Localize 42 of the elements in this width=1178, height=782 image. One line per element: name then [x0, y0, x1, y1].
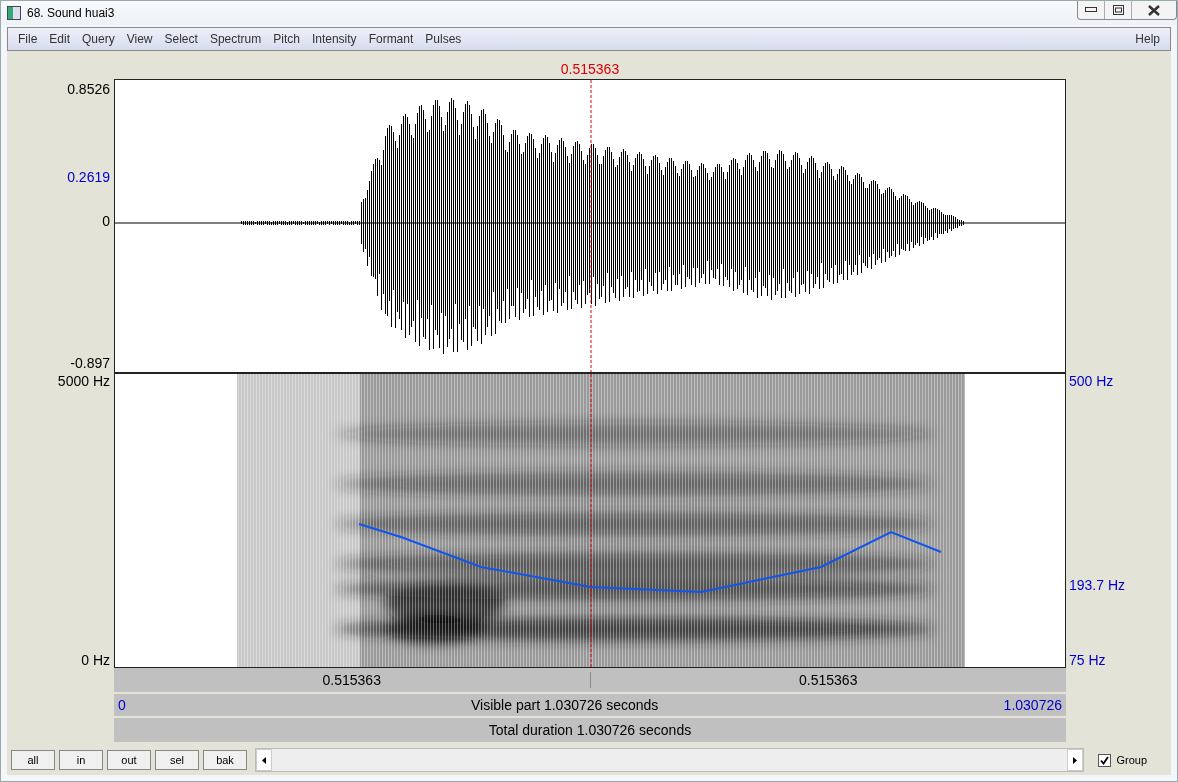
menu-item[interactable]: Help — [1129, 32, 1166, 46]
menu-item[interactable]: Edit — [43, 32, 77, 46]
menu-item[interactable]: Formant — [362, 32, 420, 46]
amplitude-label: 0 — [102, 213, 110, 229]
visible-part-text: Visible part 1.030726 seconds — [470, 697, 660, 713]
end-time: 1.030726 — [1002, 697, 1063, 713]
cursor-time: 0.515363 — [560, 61, 620, 79]
minimize-icon — [1085, 7, 1097, 13]
menu-item[interactable]: Query — [76, 32, 121, 46]
scrollbar[interactable] — [255, 748, 1085, 772]
menu-item[interactable]: Select — [158, 32, 204, 46]
zoom-button[interactable]: bak — [203, 750, 247, 770]
app-icon — [7, 6, 21, 20]
pitch-label: 500 Hz — [1069, 373, 1114, 389]
window-title: 68. Sound huai3 — [27, 6, 116, 20]
menu-item[interactable]: Pitch — [267, 32, 306, 46]
zoom-button[interactable]: sel — [155, 750, 199, 770]
start-time: 0 — [117, 697, 127, 713]
zoom-button[interactable]: in — [59, 750, 103, 770]
menu-item[interactable]: File — [12, 32, 44, 46]
zoom-button[interactable]: all — [11, 750, 55, 770]
menu-item[interactable]: Pulses — [419, 32, 468, 46]
scroll-left-icon[interactable] — [256, 749, 272, 771]
menu-item[interactable]: View — [120, 32, 159, 46]
pitch-label: 193.7 Hz — [1069, 577, 1126, 593]
segment-time: 0.515363 — [114, 672, 591, 688]
zoom-button[interactable]: out — [107, 750, 151, 770]
pitch-label: 75 Hz — [1069, 652, 1106, 668]
amplitude-label: 0.2619 — [67, 169, 110, 185]
group-checkbox[interactable]: Group — [1088, 753, 1167, 767]
check-icon — [1100, 755, 1110, 765]
restore-icon — [1112, 5, 1124, 15]
menu-item[interactable]: Intensity — [305, 32, 363, 46]
amplitude-label: -0.897 — [70, 355, 110, 371]
total-duration-text: Total duration 1.030726 seconds — [487, 722, 693, 738]
frequency-label: 0 Hz — [81, 652, 110, 668]
frequency-label: 5000 Hz — [57, 373, 110, 389]
scroll-right-icon[interactable] — [1067, 749, 1084, 771]
close-icon — [1148, 4, 1160, 16]
segment-time: 0.515363 — [798, 672, 859, 688]
menu-item[interactable]: Spectrum — [203, 32, 268, 46]
amplitude-label: 0.8526 — [67, 81, 110, 97]
